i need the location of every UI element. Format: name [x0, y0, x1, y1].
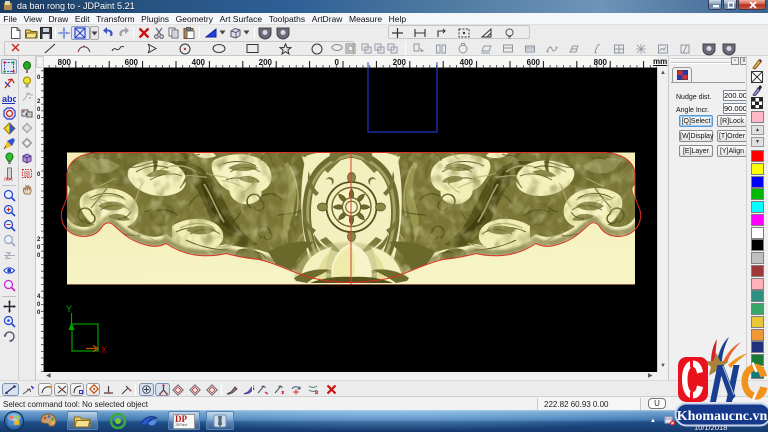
svg-text:2: 2 — [37, 237, 41, 243]
svg-text:400: 400 — [192, 58, 206, 67]
svg-text:0: 0 — [37, 302, 41, 308]
svg-text:X: X — [101, 345, 107, 355]
svg-text:0: 0 — [37, 107, 41, 113]
svg-text:abc: abc — [4, 177, 13, 182]
svg-text:0: 0 — [335, 58, 340, 67]
svg-text:0: 0 — [37, 172, 41, 178]
svg-text:0: 0 — [37, 310, 41, 316]
svg-text:Y: Y — [66, 304, 72, 314]
svg-text:800: 800 — [58, 58, 72, 67]
svg-text:abc: abc — [2, 94, 16, 104]
svg-text:0: 0 — [37, 115, 41, 121]
svg-text:Z: Z — [5, 251, 11, 262]
svg-text:4: 4 — [37, 294, 41, 300]
svg-text:0: 0 — [37, 245, 41, 251]
svg-text:0: 0 — [37, 253, 41, 259]
svg-text:600: 600 — [125, 58, 139, 67]
svg-text:2: 2 — [37, 99, 41, 105]
svg-text:400: 400 — [460, 58, 474, 67]
svg-text:0: 0 — [37, 75, 41, 81]
svg-text:200: 200 — [393, 58, 407, 67]
svg-text:Khomaucnc.vn: Khomaucnc.vn — [677, 409, 768, 424]
svg-text:600: 600 — [527, 58, 541, 67]
svg-text:200: 200 — [259, 58, 273, 67]
svg-text:800: 800 — [594, 58, 608, 67]
